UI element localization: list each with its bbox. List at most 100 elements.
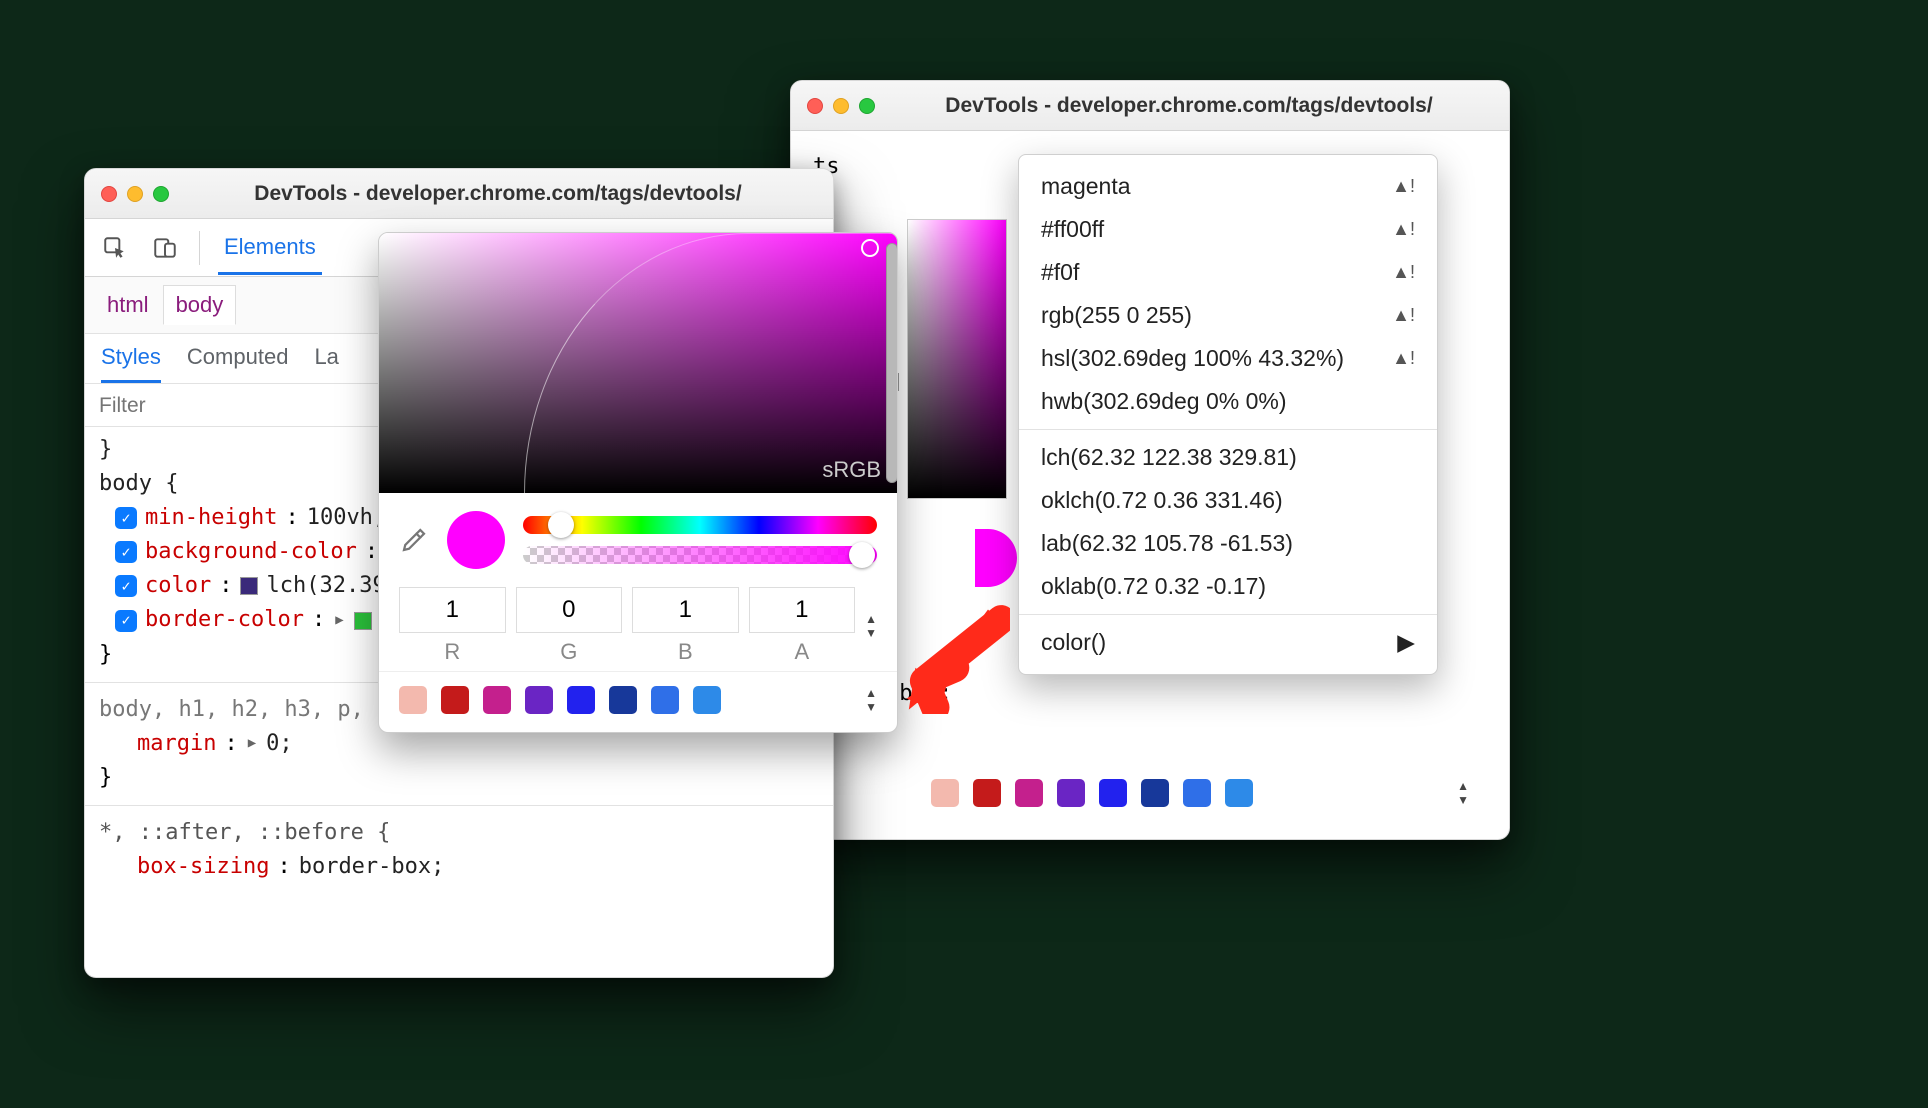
titlebar[interactable]: DevTools - developer.chrome.com/tags/dev… [85,169,833,219]
format-option[interactable]: oklab(0.72 0.32 -0.17) [1019,565,1437,608]
breadcrumb-item[interactable]: html [95,286,161,324]
subtab-styles[interactable]: Styles [101,344,161,383]
format-option[interactable]: #ff00ff▲! [1019,208,1437,251]
maximize-icon[interactable] [153,186,169,202]
palette-swatch[interactable] [1141,779,1169,807]
slider-thumb[interactable] [548,512,574,538]
format-option[interactable]: lch(62.32 122.38 329.81) [1019,436,1437,479]
window-title: DevTools - developer.chrome.com/tags/dev… [885,94,1493,118]
palette-swatch[interactable] [931,779,959,807]
traffic-lights [101,186,169,202]
scrollbar[interactable] [886,243,898,483]
channel-label: B [632,639,739,665]
css-property[interactable]: box-sizing [137,850,269,884]
palette-swatch[interactable] [1183,779,1211,807]
format-option[interactable]: rgb(255 0 255)▲! [1019,294,1437,337]
channel-input-r[interactable] [399,587,506,633]
channel-label: A [749,639,856,665]
format-option[interactable]: hwb(302.69deg 0% 0%) [1019,380,1437,423]
titlebar[interactable]: DevTools - developer.chrome.com/tags/dev… [791,81,1509,131]
palette-swatch[interactable] [693,686,721,714]
palette-swatch[interactable] [1099,779,1127,807]
palette-swatch[interactable] [567,686,595,714]
expand-triangle-icon[interactable]: ▶ [248,733,256,755]
channel-input-b[interactable] [632,587,739,633]
maximize-icon[interactable] [859,98,875,114]
css-property[interactable]: color [145,569,211,603]
current-color-swatch[interactable] [447,511,505,569]
color-space-label: sRGB [822,457,881,483]
css-value[interactable]: lch(32.39 [266,569,385,603]
warning-icon: ▲! [1392,262,1415,283]
spectrum-cursor[interactable] [861,239,879,257]
property-toggle[interactable]: ✓ [115,610,137,632]
channel-label: R [399,639,506,665]
chevron-right-icon: ▶ [1397,629,1415,656]
palette-stepper[interactable]: ▲▼ [1457,779,1469,807]
color-spectrum[interactable]: sRGB [379,233,897,493]
palette-swatch[interactable] [1057,779,1085,807]
expand-triangle-icon[interactable]: ▶ [335,610,343,632]
slider-thumb[interactable] [849,542,875,568]
property-toggle[interactable]: ✓ [115,575,137,597]
color-swatch[interactable] [354,612,372,630]
palette-swatch[interactable] [1015,779,1043,807]
css-property[interactable]: background-color [145,535,357,569]
traffic-lights [807,98,875,114]
format-option[interactable]: magenta▲! [1019,165,1437,208]
device-toolbar-icon[interactable] [149,232,181,264]
css-property[interactable]: margin [137,727,216,761]
format-option[interactable]: oklch(0.72 0.36 331.46) [1019,479,1437,522]
warning-icon: ▲! [1392,348,1415,369]
palette-swatches: ▲▼ [379,671,897,732]
warning-icon: ▲! [1392,219,1415,240]
format-option[interactable]: hsl(302.69deg 100% 43.32%)▲! [1019,337,1437,380]
css-value[interactable]: 100vh; [307,501,386,535]
palette-swatch[interactable] [651,686,679,714]
palette-stepper[interactable]: ▲▼ [865,686,877,714]
palette-swatches: ▲▼ [911,765,1489,825]
format-switcher[interactable]: ▲▼ [865,612,877,640]
minimize-icon[interactable] [833,98,849,114]
warning-icon: ▲! [1392,176,1415,197]
palette-swatch[interactable] [1225,779,1253,807]
channel-input-g[interactable] [516,587,623,633]
palette-swatch[interactable] [483,686,511,714]
warning-icon: ▲! [1392,305,1415,326]
palette-swatch[interactable] [973,779,1001,807]
breadcrumb-item-selected[interactable]: body [163,285,237,325]
annotation-arrow-icon [900,604,1010,714]
css-property[interactable]: border-color [145,603,304,637]
minimize-icon[interactable] [127,186,143,202]
close-icon[interactable] [101,186,117,202]
palette-swatch[interactable] [399,686,427,714]
channel-values: R G B A ▲▼ [379,579,897,671]
alpha-slider[interactable] [523,546,877,564]
subtab-layout[interactable]: La [314,344,338,383]
close-icon[interactable] [807,98,823,114]
subtab-computed[interactable]: Computed [187,344,289,383]
palette-swatch[interactable] [609,686,637,714]
css-value[interactable]: 0; [266,727,293,761]
css-property[interactable]: min-height [145,501,277,535]
rule-selector[interactable]: *, ::after, ::before { [99,816,819,850]
palette-swatch[interactable] [441,686,469,714]
css-value[interactable]: border-box; [299,850,445,884]
channel-label: G [516,639,623,665]
tab-elements[interactable]: Elements [218,220,322,275]
rule-close: } [99,761,819,795]
color-format-menu: magenta▲! #ff00ff▲! #f0f▲! rgb(255 0 255… [1018,154,1438,675]
format-option[interactable]: lab(62.32 105.78 -61.53) [1019,522,1437,565]
inspect-element-icon[interactable] [99,232,131,264]
divider [199,231,200,265]
color-swatch[interactable] [240,577,258,595]
property-toggle[interactable]: ✓ [115,507,137,529]
hue-slider[interactable] [523,516,877,534]
gamut-boundary [524,233,897,493]
property-toggle[interactable]: ✓ [115,541,137,563]
channel-input-a[interactable] [749,587,856,633]
eyedropper-icon[interactable] [399,525,429,555]
format-option-submenu[interactable]: color()▶ [1019,621,1437,664]
palette-swatch[interactable] [525,686,553,714]
format-option[interactable]: #f0f▲! [1019,251,1437,294]
